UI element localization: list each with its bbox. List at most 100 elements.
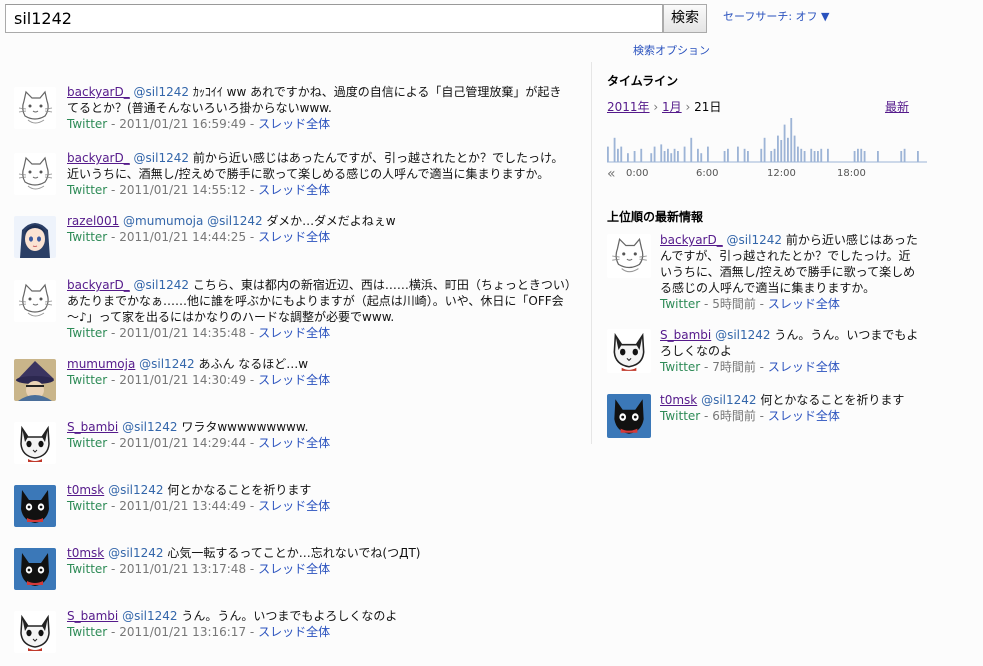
timeline-bar[interactable] (743, 148, 746, 162)
source-link[interactable]: Twitter (67, 326, 107, 340)
thread-link[interactable]: スレッド全体 (258, 230, 330, 244)
source-link[interactable]: Twitter (660, 297, 700, 311)
timeline-bar[interactable] (860, 148, 863, 162)
prev-day-link[interactable]: « (607, 166, 616, 182)
mention[interactable]: @sil1242 (727, 233, 782, 247)
timeline-bar[interactable] (707, 146, 709, 162)
timeline-bar[interactable] (790, 118, 793, 162)
avatar[interactable] (14, 548, 56, 590)
timeline-bar[interactable] (670, 153, 673, 162)
avatar[interactable] (14, 611, 56, 653)
username-link[interactable]: S_bambi (67, 609, 118, 623)
avatar[interactable] (607, 329, 651, 373)
timeline-bar[interactable] (650, 153, 653, 162)
username-link[interactable]: S_bambi (67, 420, 118, 434)
mention[interactable]: @sil1242 (108, 483, 163, 497)
thread-link[interactable]: スレッド全体 (258, 326, 330, 340)
thread-link[interactable]: スレッド全体 (258, 499, 330, 513)
source-link[interactable]: Twitter (67, 373, 107, 387)
avatar[interactable] (14, 422, 56, 464)
source-link[interactable]: Twitter (67, 183, 107, 197)
source-link[interactable]: Twitter (67, 436, 107, 450)
thread-link[interactable]: スレッド全体 (258, 436, 330, 450)
timeline-bar[interactable] (863, 151, 866, 162)
timeline-bar[interactable] (877, 151, 879, 162)
timeline-bar[interactable] (783, 124, 786, 162)
timeline-bar[interactable] (793, 135, 796, 162)
source-link[interactable]: Twitter (660, 360, 700, 374)
username-link[interactable]: t0msk (67, 546, 104, 560)
safe-search-toggle[interactable]: セーフサーチ: オフ ▼ (723, 8, 830, 24)
timeline-bar[interactable] (690, 137, 693, 162)
timeline-bar[interactable] (633, 151, 636, 162)
timeline-bar[interactable] (677, 151, 679, 162)
timeline-bar[interactable] (660, 144, 663, 162)
timeline-bar[interactable] (777, 135, 779, 162)
timeline-bar[interactable] (673, 148, 676, 162)
username-link[interactable]: S_bambi (660, 328, 711, 342)
username-link[interactable]: t0msk (67, 483, 104, 497)
timeline-bar[interactable] (770, 151, 773, 162)
mention[interactable]: @sil1242 (715, 328, 770, 342)
timeline-bar[interactable] (853, 151, 856, 162)
username-link[interactable]: backyarD_ (660, 233, 723, 247)
timeline-bar[interactable] (817, 151, 819, 162)
avatar[interactable] (14, 280, 56, 322)
username-link[interactable]: backyarD_ (67, 151, 130, 165)
thread-link[interactable]: スレッド全体 (258, 625, 330, 639)
mention[interactable]: @sil1242 (134, 85, 189, 99)
timeline-bar[interactable] (827, 148, 829, 162)
timeline-bar[interactable] (813, 151, 816, 162)
timeline-bar[interactable] (620, 146, 623, 162)
source-link[interactable]: Twitter (67, 499, 107, 513)
avatar[interactable] (14, 359, 56, 401)
avatar[interactable] (607, 234, 651, 278)
avatar[interactable] (14, 87, 56, 129)
thread-link[interactable]: スレッド全体 (258, 562, 330, 576)
source-link[interactable]: Twitter (67, 562, 107, 576)
timeline-bar[interactable] (747, 151, 749, 162)
timeline-bar[interactable] (810, 148, 813, 162)
timeline-bar[interactable] (617, 148, 619, 162)
mention[interactable]: @sil1242 (122, 420, 177, 434)
mention[interactable]: @sil1242 (108, 546, 163, 560)
avatar[interactable] (14, 485, 56, 527)
timeline-bar[interactable] (697, 148, 699, 162)
timeline-bar[interactable] (903, 148, 906, 162)
timeline-bar[interactable] (800, 148, 803, 162)
timeline-bar[interactable] (780, 140, 783, 162)
timeline-bar[interactable] (763, 137, 766, 162)
thread-link[interactable]: スレッド全体 (258, 117, 330, 131)
username-link[interactable]: razel001 (67, 214, 119, 228)
avatar[interactable] (14, 216, 56, 258)
thread-link[interactable]: スレッド全体 (768, 409, 840, 423)
avatar[interactable] (14, 153, 56, 195)
month-link[interactable]: 1月 (662, 100, 682, 114)
source-link[interactable]: Twitter (660, 409, 700, 423)
newest-link[interactable]: 最新 (885, 98, 909, 115)
mention[interactable]: @sil1242 (134, 151, 189, 165)
mention[interactable]: @sil1242 (701, 393, 756, 407)
timeline-bar[interactable] (917, 151, 919, 162)
timeline-bar[interactable] (787, 137, 789, 162)
username-link[interactable]: t0msk (660, 393, 697, 407)
mention[interactable]: @sil1242 (139, 357, 194, 371)
timeline-bar[interactable] (857, 148, 859, 162)
mention[interactable]: @mumumoja @sil1242 (123, 214, 263, 228)
timeline-bar[interactable] (773, 148, 776, 162)
username-link[interactable]: backyarD_ (67, 278, 130, 292)
timeline-bar[interactable] (640, 148, 643, 162)
timeline-bar[interactable] (613, 137, 616, 162)
thread-link[interactable]: スレッド全体 (768, 360, 840, 374)
mention[interactable]: @sil1242 (122, 609, 177, 623)
search-input[interactable]: sil1242 (5, 4, 663, 33)
timeline-bar[interactable] (667, 148, 669, 162)
username-link[interactable]: mumumoja (67, 357, 135, 371)
thread-link[interactable]: スレッド全体 (258, 373, 330, 387)
search-button[interactable]: 検索 (663, 4, 707, 33)
year-link[interactable]: 2011年 (607, 100, 650, 114)
timeline-bar[interactable] (723, 151, 726, 162)
timeline-bar[interactable] (737, 146, 739, 162)
thread-link[interactable]: スレッド全体 (768, 297, 840, 311)
timeline-bar[interactable] (683, 146, 686, 162)
